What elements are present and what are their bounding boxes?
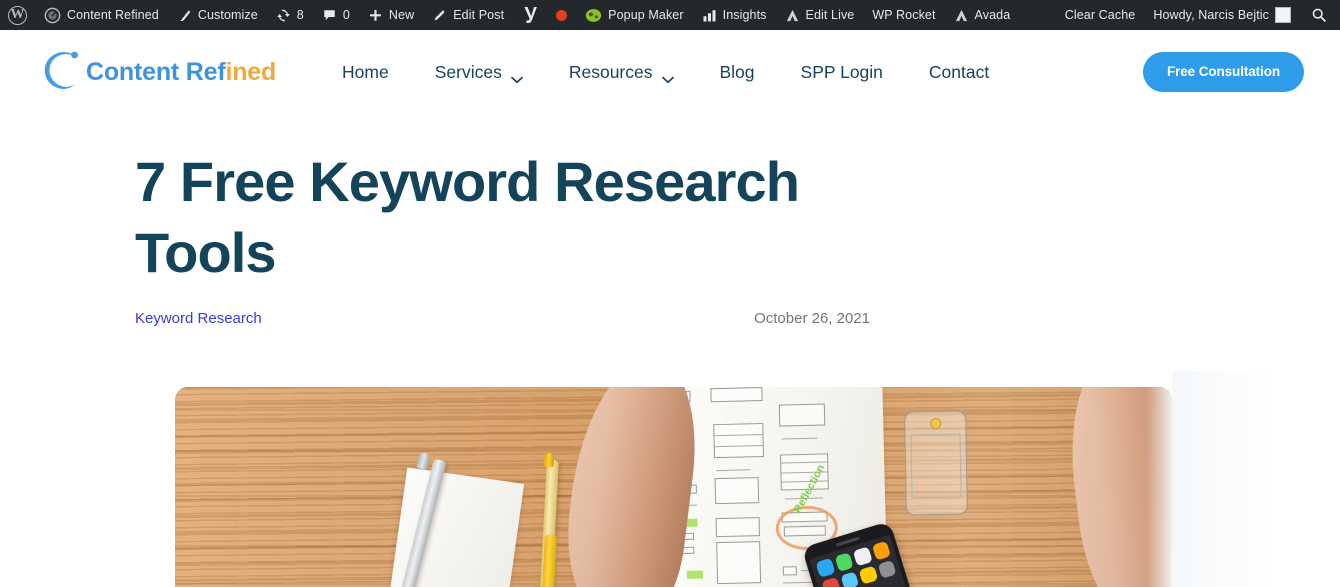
admin-bar-new-label: New — [388, 7, 415, 22]
nav-item-resources-label: Resources — [568, 61, 653, 82]
admin-bar-avada[interactable]: Avada — [945, 0, 1020, 30]
admin-bar-comments-count: 0 — [342, 7, 350, 22]
wordpress-logo-icon: W — [8, 5, 27, 25]
admin-bar-right-group: Clear Cache Howdy, Narcis Bejtic — [1056, 0, 1340, 30]
paintbrush-icon — [177, 8, 192, 23]
admin-bar-clear-cache-label: Clear Cache — [1064, 7, 1136, 22]
site-logo[interactable]: Content Refined — [40, 47, 276, 98]
chevron-down-icon — [661, 68, 674, 84]
nav-item-blog[interactable]: Blog — [720, 62, 801, 83]
admin-bar-wp-rocket[interactable]: WP Rocket — [863, 0, 944, 30]
admin-bar-howdy-label: Howdy, Narcis Bejtic — [1153, 7, 1269, 22]
admin-bar-site-name-label: Content Refined — [67, 7, 159, 22]
admin-bar-wp-logo[interactable]: W — [0, 0, 35, 30]
post-date: October 26, 2021 — [754, 310, 870, 328]
nav-item-services[interactable]: Services — [434, 61, 569, 84]
red-dot-icon — [556, 9, 568, 21]
logo-text-accent: ined — [225, 57, 277, 86]
chevron-down-icon — [510, 68, 523, 84]
page-title: 7 Free Keyword Research Tools — [135, 150, 800, 284]
admin-bar-customize[interactable]: Customize — [168, 0, 267, 30]
admin-bar-seo-status[interactable] — [547, 0, 576, 30]
post-category-link[interactable]: Keyword Research — [135, 310, 262, 327]
admin-bar-insights[interactable]: Insights — [693, 0, 776, 30]
admin-bar-site-name[interactable]: Content Refined — [35, 0, 168, 30]
admin-bar-updates-count: 8 — [296, 7, 304, 22]
free-consultation-button[interactable]: Free Consultation — [1142, 52, 1304, 92]
admin-bar-my-account[interactable]: Howdy, Narcis Bejtic — [1144, 0, 1300, 30]
post-hero: 7 Free Keyword Research Tools Keyword Re… — [0, 114, 1340, 587]
featured-image-scene: Reflection — [175, 387, 1172, 587]
nav-item-spp-login[interactable]: SPP Login — [801, 62, 929, 83]
user-avatar — [1275, 7, 1291, 23]
nav-item-contact-label: Contact — [928, 61, 990, 82]
admin-bar-edit-live[interactable]: Edit Live — [776, 0, 864, 30]
search-icon — [1311, 7, 1327, 23]
admin-bar-new-content[interactable]: New — [359, 0, 423, 30]
wp-admin-bar: W Content Refined Customize 8 0 New Edit… — [0, 0, 1340, 30]
nav-item-home[interactable]: Home — [342, 62, 435, 83]
admin-bar-updates[interactable]: 8 — [267, 0, 313, 30]
admin-bar-edit-post-label: Edit Post — [453, 7, 505, 22]
dashboard-gauge-icon — [44, 7, 61, 24]
post-meta: Keyword Research October 26, 2021 — [0, 288, 870, 327]
admin-bar-left-group: W Content Refined Customize 8 0 New Edit… — [0, 0, 1019, 30]
bar-chart-icon — [702, 8, 717, 23]
admin-bar-customize-label: Customize — [197, 7, 258, 22]
phone-sketch — [904, 410, 968, 516]
avada-triangle-icon — [785, 8, 800, 23]
nav-item-contact[interactable]: Contact — [929, 62, 1036, 83]
nav-item-services-label: Services — [434, 61, 502, 82]
logo-text-primary: Content Ref — [86, 57, 226, 86]
admin-bar-clear-cache[interactable]: Clear Cache — [1056, 0, 1145, 30]
update-arrows-icon — [276, 8, 291, 23]
admin-bar-avada-label: Avada — [974, 7, 1011, 22]
yoast-logo-icon — [522, 6, 538, 24]
admin-bar-wp-rocket-label: WP Rocket — [872, 7, 936, 22]
site-header: Content Refined Home Services Resources … — [0, 30, 1340, 114]
page-right-gradient — [1172, 371, 1340, 587]
avada-triangle-icon — [954, 8, 969, 23]
admin-bar-yoast-seo[interactable] — [513, 0, 547, 30]
admin-bar-popup-maker[interactable]: Popup Maker — [576, 0, 692, 30]
featured-image: Reflection — [175, 387, 1172, 587]
nav-item-spp-login-label: SPP Login — [800, 61, 883, 82]
nav-item-blog-label: Blog — [719, 61, 755, 82]
main-navigation: Home Services Resources Blog SPP Login C… — [342, 61, 1036, 84]
admin-bar-search-button[interactable] — [1300, 0, 1340, 30]
plus-icon — [368, 8, 383, 23]
featured-image-wrapper: Reflection — [0, 327, 1340, 587]
pencil-icon — [432, 8, 447, 23]
admin-bar-edit-live-label: Edit Live — [805, 7, 855, 22]
admin-bar-popup-maker-label: Popup Maker — [608, 7, 684, 22]
nav-item-resources[interactable]: Resources — [568, 61, 720, 84]
nav-item-home-label: Home — [342, 61, 389, 82]
popup-maker-icon — [585, 7, 602, 24]
comment-bubble-icon — [322, 8, 337, 23]
admin-bar-edit-post[interactable]: Edit Post — [423, 0, 513, 30]
admin-bar-comments[interactable]: 0 — [313, 0, 359, 30]
c-swoosh-logo-icon — [40, 47, 84, 98]
admin-bar-insights-label: Insights — [722, 7, 767, 22]
